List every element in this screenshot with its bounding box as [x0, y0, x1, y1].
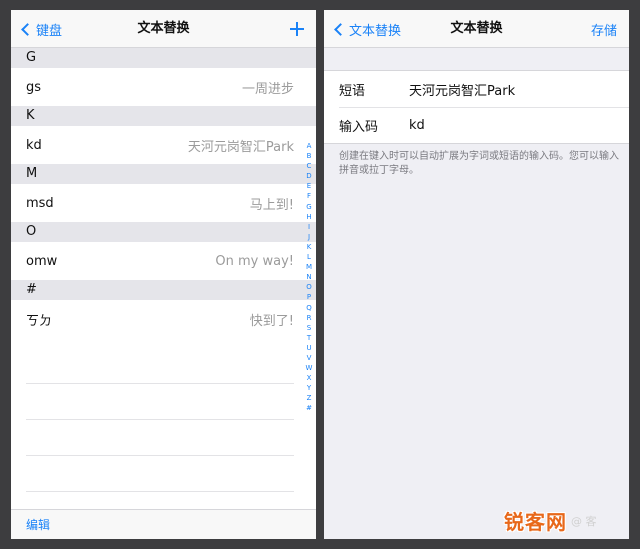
shortcut-text: gs — [26, 79, 42, 95]
phrase-row[interactable]: 短语 天河元岗智汇Park — [324, 71, 629, 107]
index-letter[interactable]: Z — [307, 393, 312, 403]
shortcut-text: ㄎㄉ — [26, 313, 53, 329]
section-header: G — [11, 48, 316, 68]
list-item[interactable]: kd 天河元岗智汇Park — [11, 126, 316, 164]
shortcut-text: kd — [26, 137, 42, 153]
shortcut-text: msd — [26, 195, 54, 211]
index-letter[interactable]: E — [307, 181, 311, 191]
index-letter[interactable]: I — [308, 222, 310, 232]
empty-row — [26, 420, 294, 456]
index-letter[interactable]: J — [308, 232, 310, 242]
index-letter[interactable]: # — [306, 403, 312, 413]
chevron-left-icon — [21, 22, 34, 36]
index-letter[interactable]: K — [307, 242, 312, 252]
replacement-list: Ggs 一周进步 Kkd 天河元岗智汇Park Mmsd 马上到! Oomw On my wa… — [11, 48, 316, 338]
section-header: # — [11, 280, 316, 300]
empty-row — [26, 456, 294, 492]
empty-row — [26, 384, 294, 420]
nav-bar: 文本替换 文本替换 存储 — [324, 10, 629, 48]
text-replacement-list-screen: 键盘 文本替换 Ggs 一周进步 Kkd 天河元岗智汇Park Mmsd 马上到! Oomw… — [11, 10, 316, 539]
shortcut-label: 输入码 — [339, 120, 379, 135]
index-letter[interactable]: Q — [306, 303, 312, 313]
index-letter[interactable]: U — [306, 343, 311, 353]
list-item[interactable]: ㄎㄉ 快到了! — [11, 300, 316, 338]
index-letter[interactable]: D — [306, 171, 311, 181]
phrase-text: 一周进步 — [241, 81, 294, 97]
shortcut-hint: 创建在键入时可以自动扩展为字词或短语的输入码。您可以输入拼音或拉丁字母。 — [339, 151, 619, 176]
index-letter[interactable]: T — [307, 333, 311, 343]
back-button-keyboard[interactable]: 键盘 — [19, 10, 62, 48]
empty-rows — [26, 348, 294, 492]
watermark-logo: 锐客网 @ 客 — [504, 506, 597, 535]
index-letter[interactable]: L — [307, 252, 311, 262]
save-button[interactable]: 存储 — [591, 10, 617, 48]
index-letter[interactable]: C — [307, 161, 312, 171]
bottom-toolbar: 编辑 — [11, 509, 316, 539]
index-letter[interactable]: X — [307, 373, 312, 383]
shortcut-text: omw — [26, 253, 58, 269]
index-letter[interactable]: W — [306, 363, 313, 373]
empty-row — [26, 348, 294, 384]
section-header: K — [11, 106, 316, 126]
index-letter[interactable]: G — [306, 202, 311, 212]
index-letter[interactable]: F — [307, 191, 311, 201]
index-letter[interactable]: M — [306, 262, 312, 272]
edit-button[interactable]: 编辑 — [26, 510, 50, 539]
nav-bar: 键盘 文本替换 — [11, 10, 316, 48]
shortcut-row[interactable]: 输入码 kd — [339, 107, 629, 143]
shortcut-field[interactable]: kd — [409, 118, 425, 133]
plus-icon — [290, 22, 304, 36]
phrase-field[interactable]: 天河元岗智汇Park — [409, 80, 515, 99]
section-header: M — [11, 164, 316, 184]
index-letter[interactable]: Y — [307, 383, 311, 393]
back-button-text-replacement[interactable]: 文本替换 — [332, 10, 401, 48]
list-item[interactable]: omw On my way! — [11, 242, 316, 280]
index-letter[interactable]: A — [307, 141, 312, 151]
back-label: 文本替换 — [349, 23, 402, 39]
add-button[interactable] — [290, 10, 304, 48]
section-index[interactable]: A B C D E F G H I J K L M N O P Q R S T U V W X Y Z # — [304, 141, 314, 414]
list-item[interactable]: msd 马上到! — [11, 184, 316, 222]
replacement-form: 短语 天河元岗智汇Park 输入码 kd — [324, 70, 629, 144]
chevron-left-icon — [334, 22, 347, 36]
list-item[interactable]: gs 一周进步 — [11, 68, 316, 106]
phrase-text: 天河元岗智汇Park — [187, 139, 294, 155]
index-letter[interactable]: N — [306, 272, 311, 282]
index-letter[interactable]: B — [307, 151, 312, 161]
phrase-text: On my way! — [215, 253, 294, 269]
phrase-label: 短语 — [339, 83, 366, 99]
index-letter[interactable]: H — [306, 212, 311, 222]
index-letter[interactable]: P — [307, 292, 311, 302]
back-label: 键盘 — [36, 23, 63, 39]
phrase-text: 快到了! — [249, 313, 294, 329]
edit-replacement-screen: 文本替换 文本替换 存储 短语 天河元岗智汇Park 输入码 kd 创建在键入时… — [324, 10, 629, 539]
index-letter[interactable]: R — [307, 313, 312, 323]
watermark-text: 锐客网 — [504, 510, 567, 534]
index-letter[interactable]: O — [306, 282, 312, 292]
phrase-text: 马上到! — [249, 197, 294, 213]
watermark-subtext: @ 客 — [571, 514, 597, 528]
index-letter[interactable]: V — [307, 353, 312, 363]
index-letter[interactable]: S — [307, 323, 311, 333]
section-header: O — [11, 222, 316, 242]
